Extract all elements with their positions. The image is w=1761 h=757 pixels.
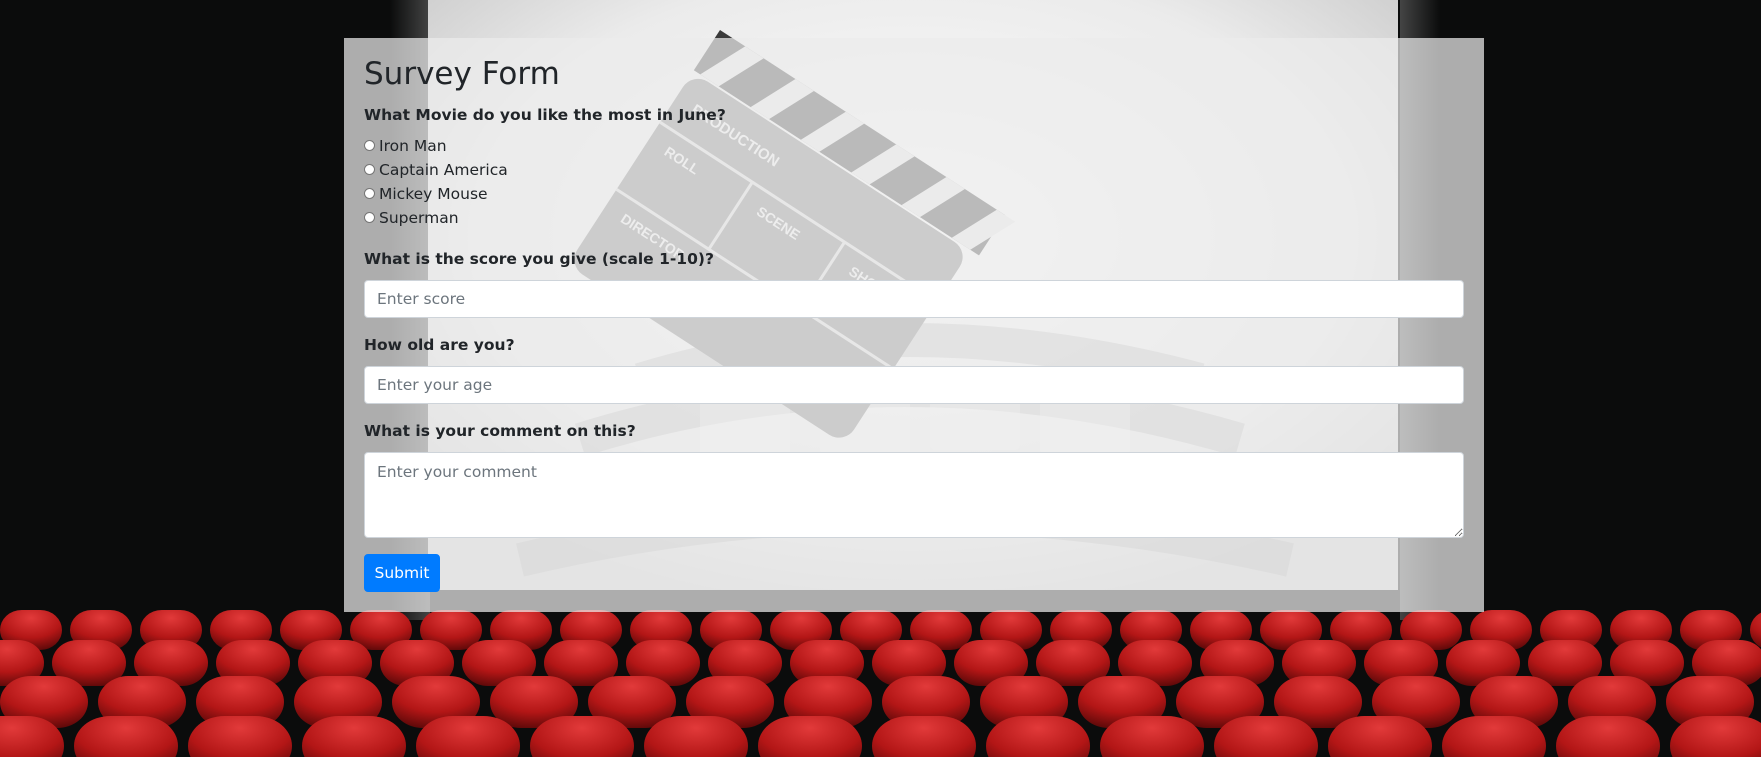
radio-label: Mickey Mouse (379, 185, 488, 203)
theater-seat (758, 716, 862, 757)
theater-seat (74, 716, 178, 757)
radio-circle-icon[interactable] (364, 211, 375, 223)
score-input[interactable] (364, 280, 1464, 318)
age-input[interactable] (364, 366, 1464, 404)
theater-seat (986, 716, 1090, 757)
theater-seat (1214, 716, 1318, 757)
theater-seat (302, 716, 406, 757)
radio-circle-icon[interactable] (364, 139, 375, 151)
theater-seat (1100, 716, 1204, 757)
radio-option-superman[interactable]: Superman (364, 208, 459, 228)
survey-form-card: Survey Form What Movie do you like the m… (344, 38, 1484, 612)
theater-seat (188, 716, 292, 757)
page-title: Survey Form (364, 56, 560, 92)
radio-label: Iron Man (379, 137, 447, 155)
movie-question-label: What Movie do you like the most in June? (364, 106, 726, 124)
theater-seat (872, 716, 976, 757)
radio-option-mickey-mouse[interactable]: Mickey Mouse (364, 184, 488, 204)
theater-seats (0, 610, 1761, 757)
radio-label: Superman (379, 209, 459, 227)
theater-seat (416, 716, 520, 757)
theater-seat (1556, 716, 1660, 757)
comment-textarea[interactable] (364, 452, 1464, 538)
radio-option-iron-man[interactable]: Iron Man (364, 136, 447, 156)
radio-circle-icon[interactable] (364, 187, 375, 199)
radio-circle-icon[interactable] (364, 163, 375, 175)
theater-seat (644, 716, 748, 757)
theater-seat (530, 716, 634, 757)
radio-label: Captain America (379, 161, 508, 179)
score-question-label: What is the score you give (scale 1-10)? (364, 250, 714, 268)
radio-option-captain-america[interactable]: Captain America (364, 160, 508, 180)
age-question-label: How old are you? (364, 336, 515, 354)
theater-seat (1328, 716, 1432, 757)
comment-question-label: What is your comment on this? (364, 422, 636, 440)
submit-button[interactable]: Submit (364, 554, 440, 592)
theater-seat (1442, 716, 1546, 757)
